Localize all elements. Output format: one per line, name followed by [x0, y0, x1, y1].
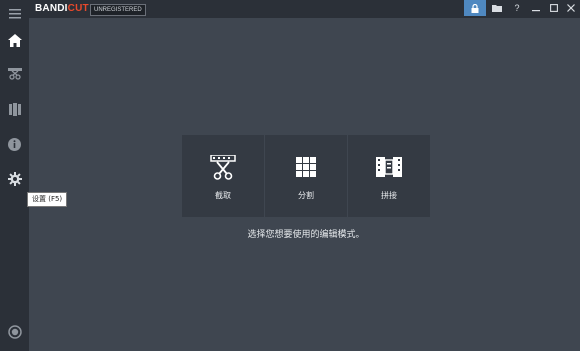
mode-panel: 截取 分割 拼接: [182, 135, 430, 217]
mode-prompt-text: 选择您想要使用的编辑模式。: [247, 230, 365, 240]
mode-split-button[interactable]: 分割: [265, 135, 347, 217]
mode-split-label: 分割: [298, 191, 314, 200]
home-icon[interactable]: [0, 26, 29, 54]
record-icon[interactable]: [0, 318, 29, 346]
info-icon[interactable]: [0, 130, 29, 158]
cut-tool-icon[interactable]: [0, 60, 29, 88]
close-icon[interactable]: [560, 0, 580, 16]
settings-tooltip: 设置 (F5): [27, 192, 68, 207]
mode-join-label: 拼接: [381, 191, 397, 200]
join-film-icon: [376, 157, 402, 177]
join-tool-icon[interactable]: [0, 95, 29, 123]
help-label: ?: [514, 3, 520, 13]
mode-join-button[interactable]: 拼接: [348, 135, 430, 217]
folder-icon[interactable]: [486, 0, 508, 16]
menu-icon[interactable]: [0, 0, 29, 28]
trim-scissors-icon: [210, 155, 236, 180]
lock-icon[interactable]: [464, 0, 486, 16]
mode-trim-button[interactable]: 截取: [182, 135, 264, 217]
mode-trim-label: 截取: [215, 191, 231, 200]
sidebar: [0, 0, 29, 351]
title-bar: BANDICUT UNREGISTERED ?: [29, 0, 580, 18]
app-logo: BANDICUT: [35, 3, 89, 14]
registration-badge: UNREGISTERED: [90, 4, 146, 16]
gear-icon[interactable]: [0, 165, 29, 193]
split-grid-icon: [296, 157, 316, 177]
